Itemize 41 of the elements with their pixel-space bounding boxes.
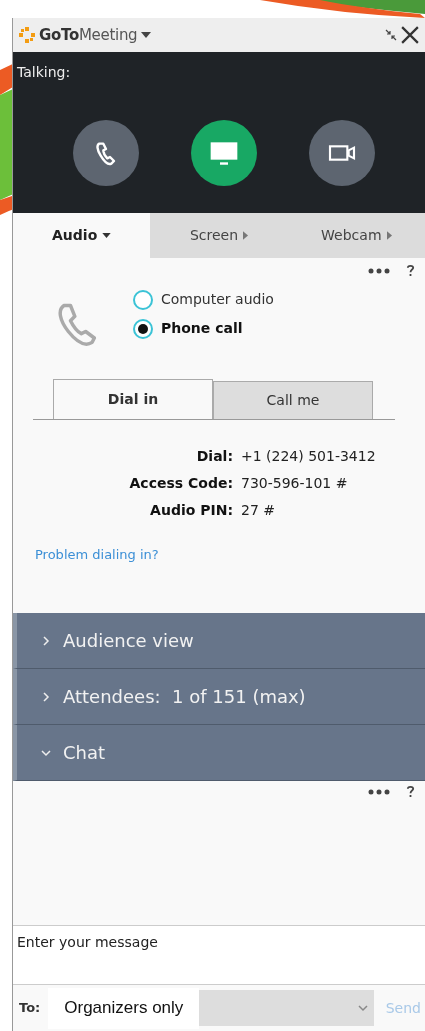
more-icon[interactable] bbox=[368, 267, 390, 274]
help-icon[interactable] bbox=[406, 264, 415, 277]
radio-button[interactable] bbox=[133, 318, 153, 339]
caret-right-icon bbox=[386, 231, 392, 240]
detail-value: 27 # bbox=[241, 501, 275, 520]
tab[interactable]: Audio bbox=[13, 213, 151, 258]
close-icon[interactable] bbox=[401, 26, 419, 44]
section-header[interactable]: Audience view bbox=[13, 613, 425, 669]
chevron-down-icon bbox=[357, 1003, 368, 1013]
tab[interactable]: Call me bbox=[213, 381, 373, 419]
section-title: Chat bbox=[63, 741, 106, 765]
recipient-dropdown[interactable]: Organizers only bbox=[48, 990, 374, 1026]
tab[interactable]: Webcam bbox=[287, 213, 425, 258]
section-header[interactable]: Attendees: 1 of 151 (max) bbox=[13, 669, 425, 725]
detail-label: Audio PIN: bbox=[149, 501, 233, 520]
option-label: Phone call bbox=[161, 319, 243, 338]
section-title: Audience view bbox=[63, 629, 194, 653]
detail-value: +1 (224) 501-3412 bbox=[241, 447, 376, 466]
message-field[interactable]: Enter your message bbox=[13, 925, 425, 985]
section-title: Attendees: 1 of 151 (max) bbox=[63, 685, 306, 709]
app-title: GoToMeeting bbox=[39, 24, 138, 46]
help-icon[interactable] bbox=[406, 785, 415, 798]
detail-label: Dial: bbox=[195, 447, 233, 466]
tab[interactable]: Dial in bbox=[53, 379, 213, 419]
chevron-down-icon bbox=[41, 747, 51, 758]
to-label: To: bbox=[19, 999, 41, 1018]
caret-down-icon bbox=[102, 233, 112, 238]
detail-label: Access Code: bbox=[128, 474, 233, 493]
more-icon[interactable] bbox=[368, 788, 390, 795]
chevron-right-icon bbox=[41, 635, 51, 646]
caret-icon[interactable] bbox=[141, 32, 152, 38]
caret-right-icon bbox=[243, 231, 249, 240]
radio-button[interactable] bbox=[133, 289, 153, 310]
option-label: Computer audio bbox=[161, 290, 274, 309]
section-header[interactable]: Chat bbox=[13, 725, 425, 781]
talking-label: Talking: bbox=[17, 63, 72, 82]
tab[interactable]: Screen bbox=[150, 213, 288, 258]
detail-value: 730-596-101 # bbox=[241, 474, 348, 493]
collapse-icon[interactable] bbox=[385, 29, 397, 41]
chevron-right-icon bbox=[41, 691, 51, 702]
logo-icon bbox=[19, 27, 35, 43]
